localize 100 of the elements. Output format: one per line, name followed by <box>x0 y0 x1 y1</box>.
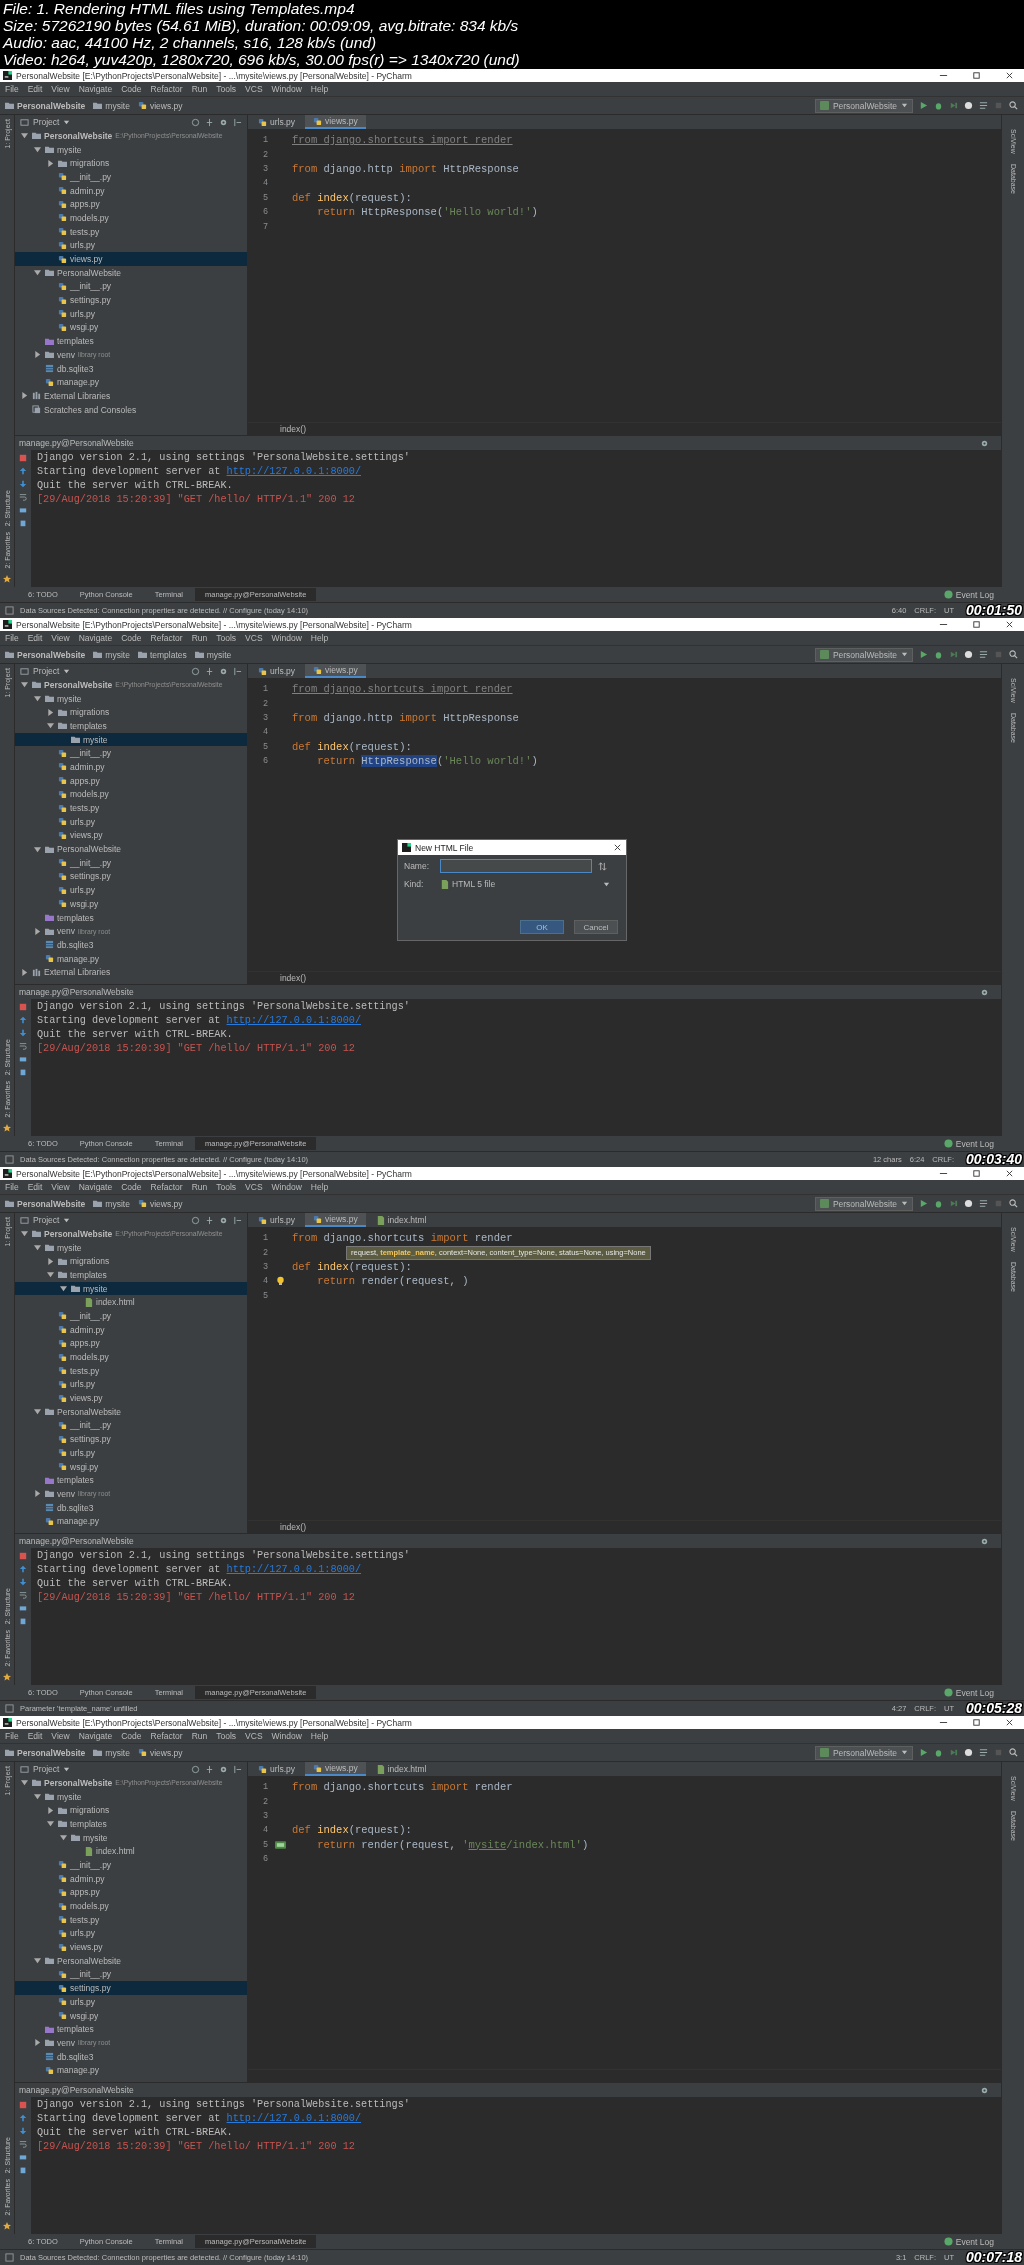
tree-item[interactable]: urls.py <box>15 1377 247 1392</box>
tree-item[interactable]: __init__.py <box>15 279 247 294</box>
tree-item[interactable]: wsgi.py <box>15 1459 247 1474</box>
tree-item[interactable]: PersonalWebsite <box>15 1953 247 1968</box>
expand-arrow-icon[interactable] <box>34 1408 41 1416</box>
tree-item[interactable]: __init__.py <box>15 746 247 761</box>
menu-item[interactable]: Window <box>271 633 302 643</box>
expand-arrow-icon[interactable] <box>34 927 41 935</box>
menu-item[interactable]: File <box>5 633 19 643</box>
expand-arrow-icon[interactable] <box>47 1806 54 1814</box>
tree-item[interactable]: templates <box>15 1268 247 1282</box>
close-icon[interactable] <box>1005 620 1014 629</box>
wrap-icon[interactable] <box>19 2140 27 2148</box>
menu-item[interactable]: Edit <box>27 633 43 643</box>
sort-icon[interactable] <box>598 861 607 871</box>
breadcrumb[interactable]: templates <box>137 649 187 660</box>
editor-tab[interactable]: urls.py <box>250 664 304 678</box>
tree-item[interactable]: manage.py <box>15 2063 247 2078</box>
tree-item[interactable]: index.html <box>15 1295 247 1310</box>
lightbulb-icon[interactable] <box>274 1276 286 1287</box>
tree-item[interactable]: templates <box>15 1473 247 1488</box>
tree-item[interactable]: models.py <box>15 1899 247 1913</box>
tree-item[interactable]: Scratches and Consoles <box>15 402 247 417</box>
tree-item[interactable]: __init__.py <box>15 1967 247 1982</box>
tree-item[interactable]: urls.py <box>15 883 247 897</box>
expand-arrow-icon[interactable] <box>47 1820 54 1828</box>
breadcrumb[interactable]: views.py <box>137 1747 183 1758</box>
expand-arrow-icon[interactable] <box>34 845 41 853</box>
run-panel-title[interactable]: manage.py@PersonalWebsite <box>19 438 134 448</box>
event-log-button[interactable]: Event Log <box>943 1138 994 1149</box>
up-arrow-icon[interactable] <box>19 1565 27 1573</box>
run-icon[interactable] <box>919 650 928 659</box>
menu-item[interactable]: Code <box>121 1731 142 1741</box>
breadcrumb[interactable]: mysite <box>93 1198 130 1209</box>
expand-arrow-icon[interactable] <box>60 1834 67 1842</box>
expand-arrow-icon[interactable] <box>21 392 28 400</box>
search-icon[interactable] <box>1009 1748 1018 1757</box>
settings-icon[interactable] <box>980 2085 989 2095</box>
down-arrow-icon[interactable] <box>19 1029 27 1037</box>
menu-item[interactable]: Code <box>121 1182 142 1192</box>
tree-item[interactable]: migrations <box>15 156 247 171</box>
tree-item[interactable]: settings.py <box>15 1432 247 1446</box>
tree-item[interactable]: views.py <box>15 1940 247 1954</box>
menu-item[interactable]: VCS <box>245 1182 263 1192</box>
breadcrumb[interactable]: PersonalWebsite <box>5 1747 86 1758</box>
gutter-run-icon[interactable] <box>274 1839 286 1850</box>
tree-item[interactable]: admin.py <box>15 1322 247 1337</box>
tree-item[interactable]: tests.py <box>15 801 247 815</box>
tree-item[interactable]: wsgi.py <box>15 897 247 911</box>
server-link[interactable]: http://127.0.0.1:8000/ <box>226 466 362 477</box>
expand-arrow-icon[interactable] <box>34 1490 41 1498</box>
server-link[interactable]: http://127.0.0.1:8000/ <box>226 1564 362 1575</box>
tree-item[interactable]: wsgi.py <box>15 320 247 335</box>
expand-arrow-icon[interactable] <box>34 1793 41 1801</box>
up-arrow-icon[interactable] <box>19 2114 27 2122</box>
run-icon[interactable] <box>919 1748 928 1757</box>
project-view-dropdown[interactable]: Project <box>20 1764 71 1774</box>
expand-arrow-icon[interactable] <box>34 351 41 359</box>
expand-arrow-icon[interactable] <box>34 1957 41 1965</box>
menu-item[interactable]: Tools <box>216 84 237 94</box>
stop-icon[interactable] <box>19 2101 27 2109</box>
event-log-button[interactable]: Event Log <box>943 1687 994 1698</box>
close-icon[interactable] <box>1005 1718 1014 1727</box>
name-field[interactable] <box>440 859 592 873</box>
tree-item[interactable]: PersonalWebsite <box>15 842 247 856</box>
stop-icon[interactable] <box>19 454 27 462</box>
tree-item[interactable]: admin.py <box>15 760 247 774</box>
run-panel-title[interactable]: manage.py@PersonalWebsite <box>19 987 134 997</box>
tree-item[interactable]: models.py <box>15 211 247 225</box>
editor-tab[interactable]: urls.py <box>250 1213 304 1227</box>
expand-arrow-icon[interactable] <box>60 1285 67 1293</box>
tree-item[interactable]: templates <box>15 910 247 925</box>
menu-item[interactable]: File <box>5 1731 19 1741</box>
expand-arrow-icon[interactable] <box>34 1244 41 1252</box>
menu-item[interactable]: Code <box>121 84 142 94</box>
expand-arrow-icon[interactable] <box>47 708 54 716</box>
run-panel-title[interactable]: manage.py@PersonalWebsite <box>19 1536 134 1546</box>
menu-item[interactable]: Edit <box>27 84 43 94</box>
editor-tab[interactable]: views.py <box>305 115 366 129</box>
breadcrumb[interactable]: mysite <box>93 100 130 111</box>
dialog-button[interactable]: OK <box>520 920 564 934</box>
list-icon[interactable] <box>979 1748 988 1757</box>
tree-item[interactable]: templates <box>15 719 247 733</box>
settings-icon[interactable] <box>219 1215 228 1225</box>
menu-item[interactable]: Refactor <box>150 84 183 94</box>
list-icon[interactable] <box>979 1199 988 1208</box>
run-config-dropdown[interactable]: PersonalWebsite <box>814 647 913 662</box>
search-icon[interactable] <box>1009 1199 1018 1208</box>
menu-item[interactable]: Run <box>191 1731 208 1741</box>
tree-item[interactable]: __init__.py <box>15 1418 247 1433</box>
breadcrumb[interactable]: PersonalWebsite <box>5 1198 86 1209</box>
tree-item[interactable]: mysite <box>15 1281 247 1296</box>
tree-item[interactable]: mysite <box>15 691 247 706</box>
editor-tab[interactable]: views.py <box>305 664 366 678</box>
server-link[interactable]: http://127.0.0.1:8000/ <box>226 1015 362 1026</box>
breadcrumb[interactable]: views.py <box>137 1198 183 1209</box>
project-view-dropdown[interactable]: Project <box>20 666 71 676</box>
tree-item[interactable]: __init__.py <box>15 170 247 184</box>
menu-item[interactable]: Refactor <box>150 633 183 643</box>
menu-item[interactable]: Run <box>191 633 208 643</box>
